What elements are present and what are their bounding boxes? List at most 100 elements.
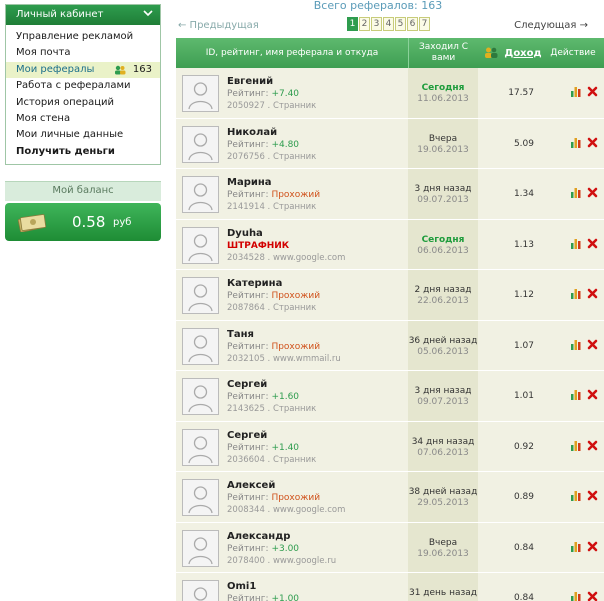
header-visit[interactable]: Заходил С вами — [408, 38, 478, 68]
delete-icon[interactable] — [587, 238, 598, 249]
avatar[interactable] — [182, 327, 219, 365]
last-visit-cell: 3 дня назад 09.07.2013 — [408, 169, 478, 219]
avatar[interactable] — [182, 428, 219, 466]
menu-item-label: Мои рефералы — [16, 63, 95, 75]
stats-chart-icon[interactable] — [571, 541, 581, 552]
referral-source: 2143625 . Странник — [227, 404, 317, 414]
referral-name[interactable]: Катерина — [227, 278, 282, 289]
stats-chart-icon[interactable] — [571, 288, 581, 299]
referral-name[interactable]: Евгений — [227, 76, 273, 87]
referral-info-cell: Сергей Рейтинг: +1.40 2036604 . Странник — [176, 421, 408, 471]
referral-name[interactable]: Сергей — [227, 430, 267, 441]
referral-name[interactable]: Александр — [227, 531, 290, 542]
delete-icon[interactable] — [587, 339, 598, 350]
menu-item-referrals[interactable]: Мои рефералы 163 — [6, 61, 160, 79]
menu-item-withdraw[interactable]: Получить деньги — [6, 144, 160, 160]
delete-icon[interactable] — [587, 86, 598, 97]
account-menu-list: Управление рекламой Моя почта Мои рефера… — [6, 25, 160, 164]
money-icon — [18, 214, 46, 233]
avatar[interactable] — [182, 176, 219, 213]
stats-chart-icon[interactable] — [571, 137, 581, 148]
rating-label: Рейтинг: — [227, 139, 269, 150]
avatar[interactable] — [182, 529, 219, 567]
avatar[interactable] — [182, 125, 219, 163]
avatar[interactable] — [182, 226, 219, 264]
stats-chart-icon[interactable] — [571, 490, 581, 501]
page-link[interactable]: 6 — [407, 17, 418, 31]
penalty-badge: ШТРАФНИК — [227, 240, 290, 251]
referral-info-cell: Таня Рейтинг: Прохожий 2032105 . www.wmmai… — [176, 320, 408, 370]
header-income[interactable]: Доход — [504, 38, 542, 68]
delete-icon[interactable] — [587, 490, 598, 501]
rating-line: Рейтинг: Прохожий — [227, 342, 320, 352]
rating-value: Прохожий — [271, 190, 321, 200]
menu-item-history[interactable]: История операций — [6, 95, 160, 111]
income-value: 0.84 — [513, 542, 534, 553]
menu-item-personal-data[interactable]: Мои личные данные — [6, 127, 160, 143]
last-visit-cell: Сегодня 11.06.2013 — [408, 68, 478, 118]
delete-icon[interactable] — [587, 288, 598, 299]
page-link[interactable]: 4 — [383, 17, 394, 31]
last-visit-cell: 34 дня назад 07.06.2013 — [408, 421, 478, 471]
referral-info-cell: Катерина Рейтинг: Прохожий 2087864 . Стран… — [176, 270, 408, 320]
table-row: Николай Рейтинг: +4.80 2076756 . Странник В… — [176, 118, 604, 169]
page-link[interactable]: 5 — [395, 17, 406, 31]
menu-item-label: Мои личные данные — [16, 129, 124, 141]
page-link[interactable]: 2 — [359, 17, 370, 31]
delete-icon[interactable] — [587, 541, 598, 552]
stats-chart-icon[interactable] — [571, 591, 581, 601]
avatar[interactable] — [182, 75, 219, 112]
visit-date: 09.07.2013 — [417, 397, 469, 407]
menu-item-label: История операций — [16, 96, 115, 108]
visit-date: 19.06.2013 — [417, 548, 469, 559]
page-link[interactable]: 3 — [371, 17, 382, 31]
stats-chart-icon[interactable] — [571, 238, 581, 249]
menu-item-ads[interactable]: Управление рекламой — [6, 29, 160, 45]
avatar[interactable] — [182, 580, 219, 601]
referral-source: 2034528 . www.google.com — [227, 252, 346, 263]
avatar[interactable] — [182, 479, 219, 516]
next-page-link[interactable]: Следующая → — [514, 20, 588, 31]
menu-item-label: Моя стена — [16, 112, 71, 124]
account-menu-title: Личный кабинет — [16, 9, 104, 20]
referral-name[interactable]: Николай — [227, 127, 277, 138]
stats-chart-icon[interactable] — [571, 440, 581, 451]
delete-icon[interactable] — [587, 137, 598, 148]
referral-name[interactable]: Omi1 — [227, 581, 256, 592]
menu-item-wall[interactable]: Моя стена — [6, 111, 160, 127]
balance-button[interactable]: 0.58 руб — [5, 203, 161, 242]
menu-item-mail[interactable]: Моя почта — [6, 45, 160, 61]
stats-chart-icon[interactable] — [571, 389, 581, 400]
account-menu-header[interactable]: Личный кабинет — [6, 5, 160, 25]
referral-name[interactable]: Dyuha — [227, 228, 263, 239]
stats-chart-icon[interactable] — [571, 86, 581, 97]
rating-value: Прохожий — [271, 291, 321, 301]
header-id[interactable]: ID, рейтинг, имя реферала и откуда — [176, 38, 408, 68]
rating-line: Рейтинг: Прохожий — [227, 190, 320, 200]
page-link[interactable]: 7 — [419, 17, 430, 31]
delete-icon[interactable] — [587, 389, 598, 400]
referral-name[interactable]: Таня — [227, 329, 254, 340]
stats-chart-icon[interactable] — [571, 187, 581, 198]
rating-label: Рейтинг: — [227, 543, 269, 554]
menu-item-referral-work[interactable]: Работа с рефералами — [6, 78, 160, 94]
last-visit: 31 день назад — [408, 588, 478, 598]
income-cell: 0.92 — [478, 421, 542, 471]
delete-icon[interactable] — [587, 440, 598, 451]
prev-page-link[interactable]: ← Предыдущая — [178, 20, 259, 31]
visit-date: 09.07.2013 — [417, 195, 469, 205]
delete-icon[interactable] — [587, 591, 598, 601]
balance-title: Мой баланс — [5, 181, 161, 202]
avatar[interactable] — [182, 378, 219, 415]
last-visit-cell: 38 дней назад 29.05.2013 — [408, 472, 478, 522]
delete-icon[interactable] — [587, 187, 598, 198]
referral-name[interactable]: Сергей — [227, 379, 267, 390]
referral-name[interactable]: Марина — [227, 177, 272, 188]
referral-source: 2050927 . Странник — [227, 101, 317, 111]
page-link[interactable]: 1 — [347, 17, 358, 31]
stats-chart-icon[interactable] — [571, 339, 581, 350]
avatar[interactable] — [182, 277, 219, 314]
referral-name[interactable]: Алексей — [227, 480, 275, 491]
rating-label: Рейтинг: — [227, 594, 269, 601]
rating-line: Рейтинг: +1.60 — [227, 392, 299, 402]
